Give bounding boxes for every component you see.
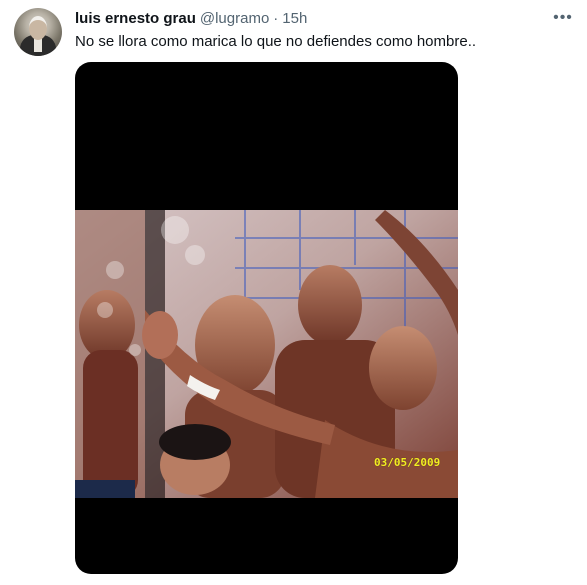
handle[interactable]: @lugramo bbox=[200, 9, 269, 29]
tweet-page: luis ernesto grau @lugramo · 15h ••• No … bbox=[0, 0, 587, 585]
photo-image: 03/05/2009 bbox=[75, 210, 458, 498]
timestamp[interactable]: 15h bbox=[282, 9, 307, 29]
more-icon[interactable]: ••• bbox=[548, 6, 578, 30]
avatar[interactable] bbox=[14, 8, 62, 56]
photo-illustration bbox=[75, 210, 458, 498]
avatar-head bbox=[29, 16, 47, 40]
tweet-text: No se llora como marica lo que no defien… bbox=[75, 33, 477, 50]
tweet-header: luis ernesto grau @lugramo · 15h bbox=[75, 9, 307, 29]
tweet-media[interactable]: 03/05/2009 bbox=[75, 62, 458, 574]
display-name[interactable]: luis ernesto grau bbox=[75, 9, 196, 29]
photo-date-stamp: 03/05/2009 bbox=[374, 456, 441, 469]
separator-dot: · bbox=[273, 10, 279, 27]
